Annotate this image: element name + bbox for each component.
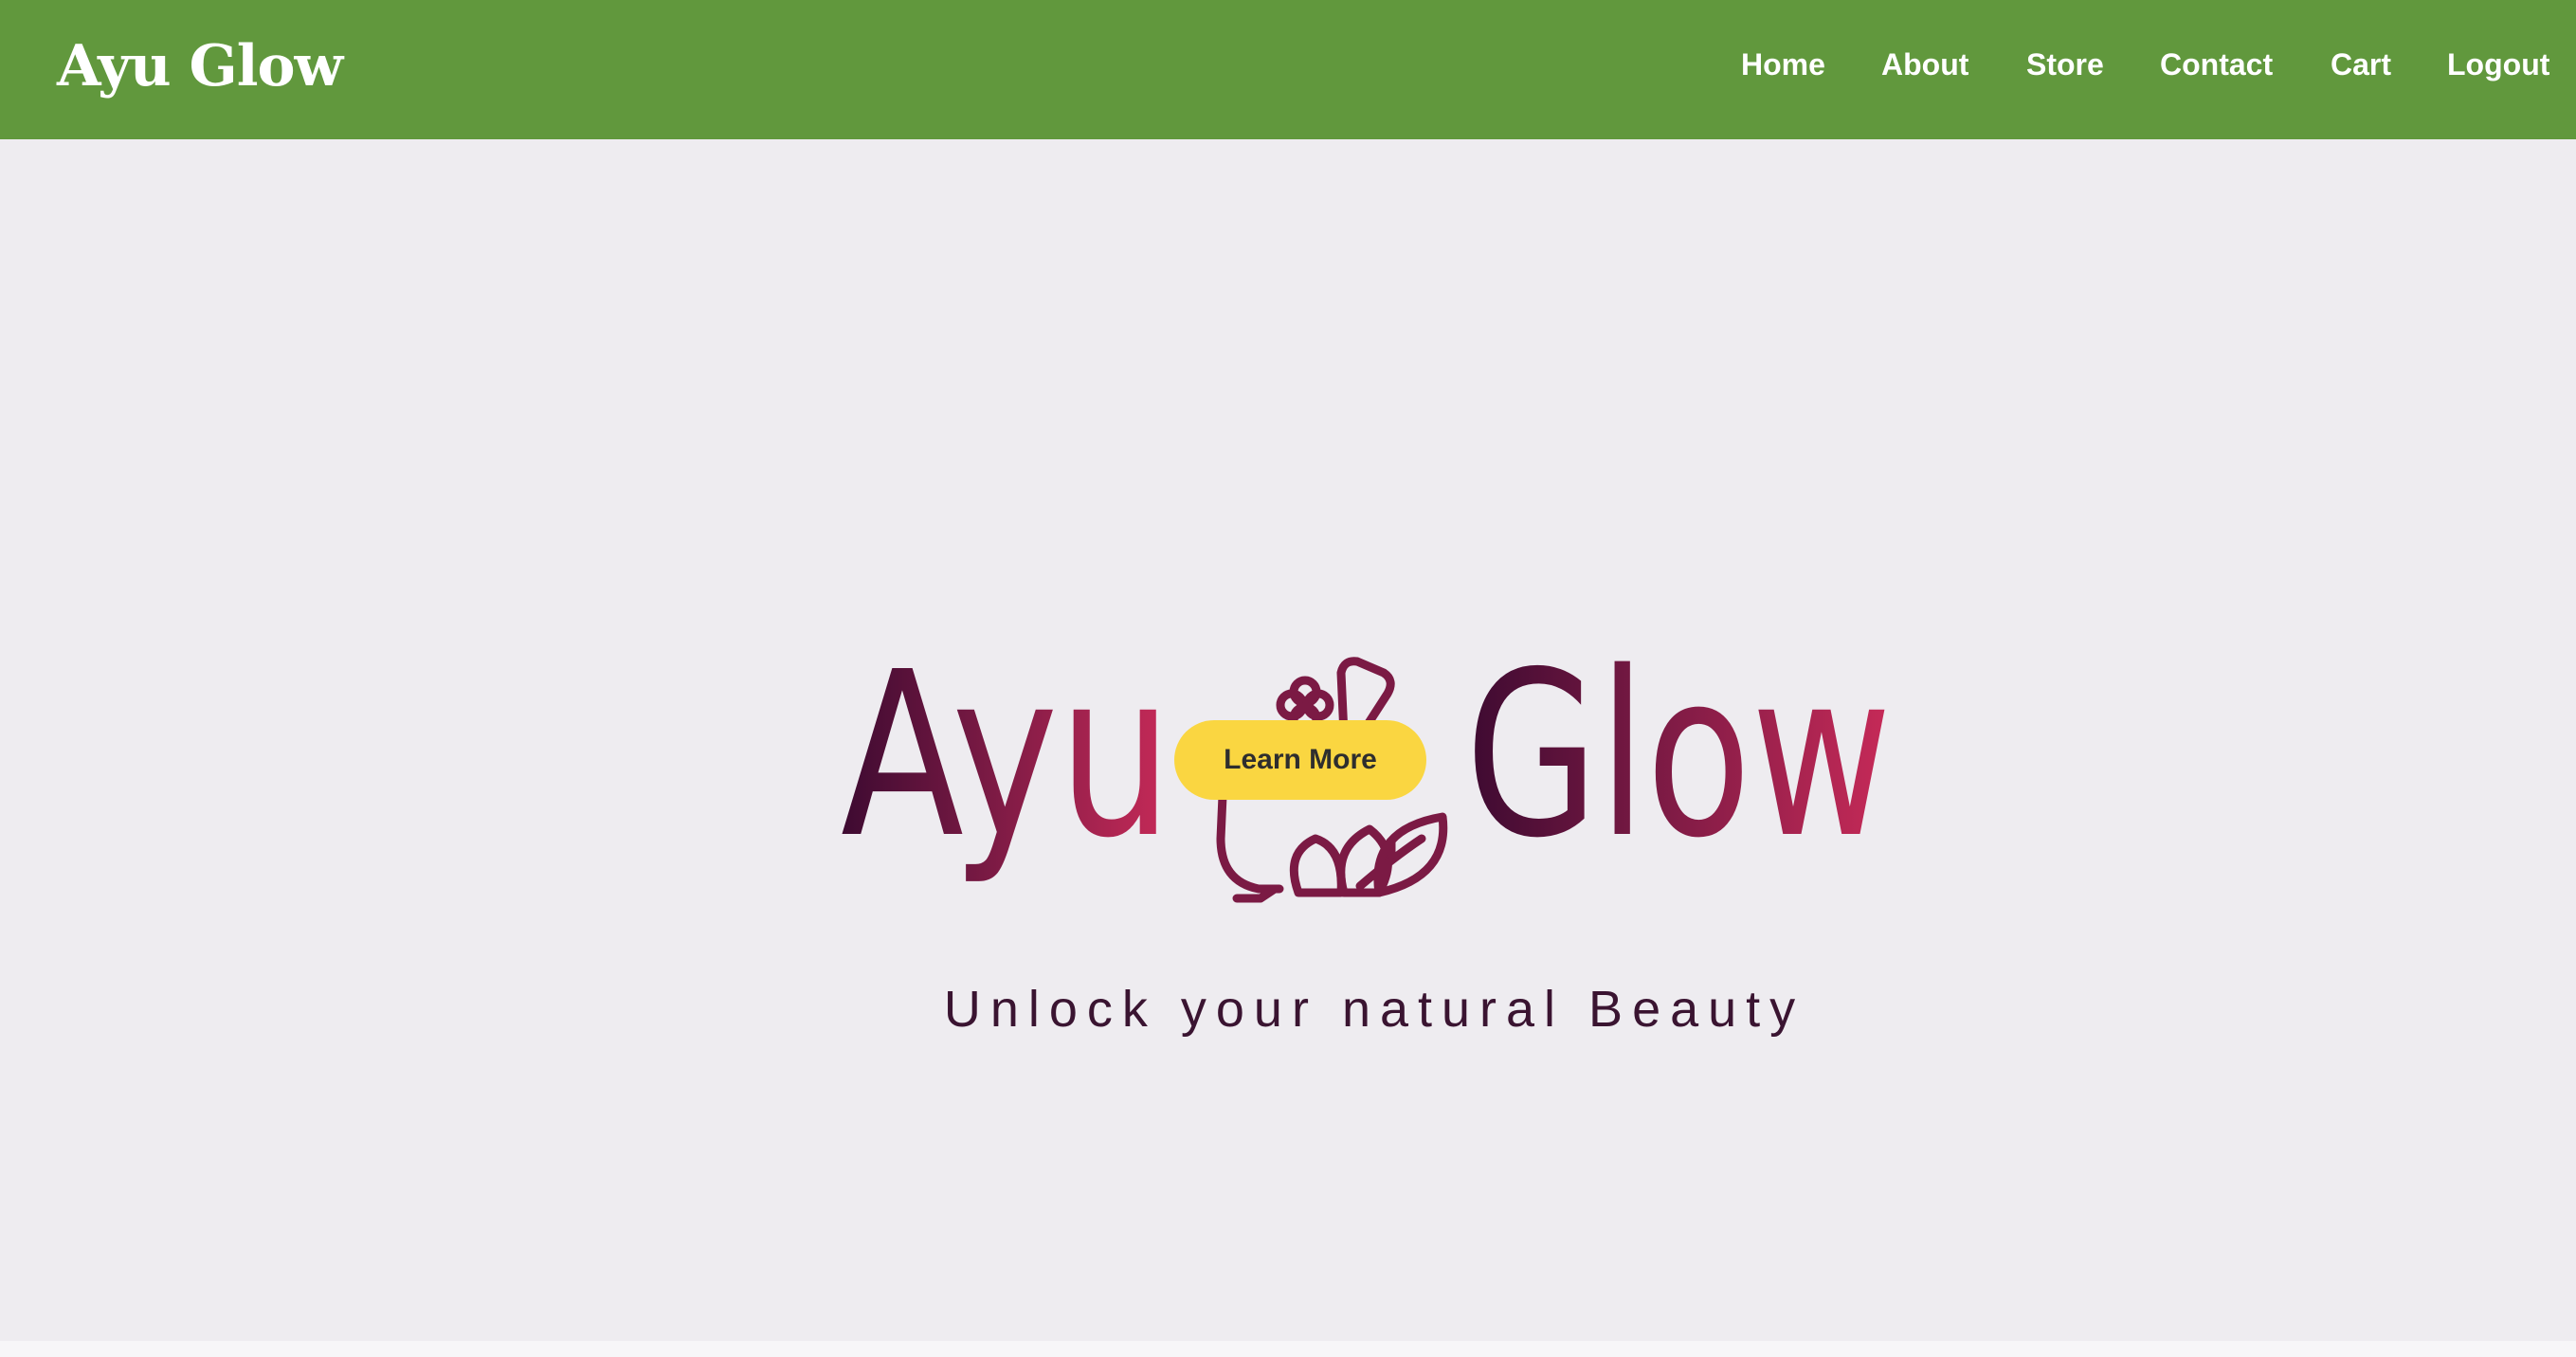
logo-word-glow: Glow	[1465, 623, 1892, 888]
nav-link-cart[interactable]: Cart	[2331, 45, 2391, 83]
nav-link-about[interactable]: About	[1881, 45, 1968, 83]
nav-link-contact[interactable]: Contact	[2160, 45, 2273, 83]
nav-link-home[interactable]: Home	[1741, 45, 1825, 83]
top-navbar: Ayu Glow Home About Store Contact Cart L…	[0, 0, 2576, 139]
learn-more-button[interactable]: Learn More	[1174, 720, 1426, 800]
nav-link-store[interactable]: Store	[2026, 45, 2104, 83]
logo-word-ayu: Ayu	[841, 623, 1172, 888]
brand-logo-text[interactable]: Ayu Glow	[57, 28, 343, 104]
nav-link-logout[interactable]: Logout	[2447, 45, 2549, 83]
hero-tagline: Unlock your natural Beauty	[943, 981, 1805, 1038]
page-bottom-edge	[0, 1341, 2576, 1357]
